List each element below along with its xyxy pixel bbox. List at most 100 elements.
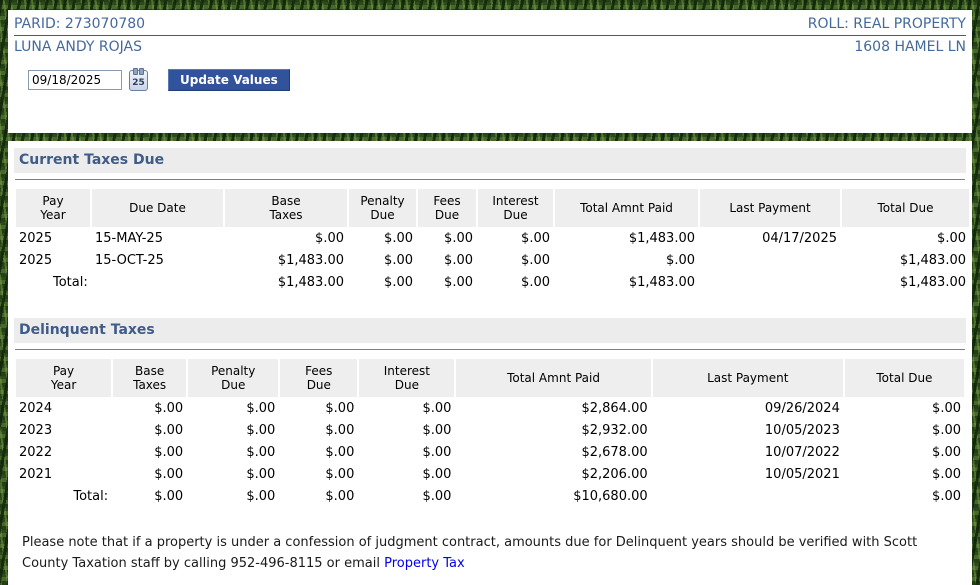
table-cell: $2,678.00: [456, 441, 650, 463]
table-cell: $.00: [113, 419, 186, 441]
table-cell: $.00: [478, 227, 553, 249]
current-taxes-table: Pay YearDue DateBase TaxesPenalty DueFee…: [14, 189, 971, 293]
column-header: Last Payment: [653, 359, 843, 397]
table-cell: $.00: [845, 485, 964, 507]
table-cell: 2025: [16, 227, 90, 249]
table-cell: $.00: [349, 227, 416, 249]
table-cell: $.00: [113, 441, 186, 463]
table-cell: $2,932.00: [456, 419, 650, 441]
column-header: Fees Due: [418, 189, 476, 227]
table-cell: 2025: [16, 249, 90, 271]
delinquent-taxes-header-row: Pay YearBase TaxesPenalty DueFees DueInt…: [16, 359, 964, 397]
table-cell: $.00: [845, 441, 964, 463]
column-header: Total Due: [845, 359, 964, 397]
table-cell: $1,483.00: [842, 249, 969, 271]
section-divider: [15, 179, 965, 180]
table-cell: $.00: [359, 463, 454, 485]
table-cell: $.00: [418, 249, 476, 271]
table-cell: $.00: [188, 441, 278, 463]
table-cell: $.00: [555, 249, 698, 271]
column-header: Fees Due: [280, 359, 357, 397]
table-cell: $.00: [359, 419, 454, 441]
property-tax-link[interactable]: Property Tax: [384, 556, 465, 571]
header-panel: PARID: 273070780 ROLL: REAL PROPERTY LUN…: [8, 10, 972, 133]
table-cell: $1,483.00: [842, 271, 969, 293]
date-input[interactable]: [28, 70, 122, 90]
column-header: Total Due: [842, 189, 969, 227]
calendar-icon[interactable]: 25: [129, 70, 148, 91]
table-cell: $.00: [359, 485, 454, 507]
table-cell: $.00: [188, 397, 278, 419]
table-row: 202515-MAY-25$.00$.00$.00$.00$1,483.0004…: [16, 227, 969, 249]
table-row: 202515-OCT-25$1,483.00$.00$.00$.00$.00$1…: [16, 249, 969, 271]
section-divider: [15, 349, 965, 350]
table-cell: $.00: [280, 485, 357, 507]
table-cell: $.00: [845, 463, 964, 485]
table-row: 2024$.00$.00$.00$.00$2,864.0009/26/2024$…: [16, 397, 964, 419]
date-form: 25 Update Values: [28, 69, 966, 91]
spacer: [14, 507, 966, 532]
table-cell: 15-MAY-25: [92, 227, 223, 249]
table-cell: $.00: [280, 463, 357, 485]
table-cell: $.00: [478, 249, 553, 271]
total-label: Total:: [16, 485, 111, 507]
table-cell: 15-OCT-25: [92, 249, 223, 271]
table-cell: $.00: [280, 441, 357, 463]
table-cell: $1,483.00: [225, 249, 347, 271]
table-cell: $2,206.00: [456, 463, 650, 485]
table-cell: 10/07/2022: [653, 441, 843, 463]
column-header: Base Taxes: [113, 359, 186, 397]
table-cell: 2021: [16, 463, 111, 485]
table-row: 2023$.00$.00$.00$.00$2,932.0010/05/2023$…: [16, 419, 964, 441]
column-header: Total Amnt Paid: [555, 189, 698, 227]
table-cell: $.00: [113, 463, 186, 485]
delinquent-taxes-table: Pay YearBase TaxesPenalty DueFees DueInt…: [14, 359, 966, 507]
column-header: Interest Due: [478, 189, 553, 227]
table-cell: $.00: [359, 441, 454, 463]
column-header: Last Payment: [700, 189, 840, 227]
table-cell: $.00: [188, 463, 278, 485]
table-cell: $.00: [188, 419, 278, 441]
note-text: Please note that if a property is under …: [22, 535, 917, 571]
table-row: 2022$.00$.00$.00$.00$2,678.0010/07/2022$…: [16, 441, 964, 463]
table-cell: $.00: [359, 397, 454, 419]
table-cell: 2022: [16, 441, 111, 463]
table-cell: $.00: [280, 397, 357, 419]
column-header: Base Taxes: [225, 189, 347, 227]
total-row: Total:$.00$.00$.00$.00$10,680.00$.00: [16, 485, 964, 507]
table-cell: $.00: [225, 227, 347, 249]
table-cell: $1,483.00: [555, 227, 698, 249]
table-cell: $.00: [349, 249, 416, 271]
column-header: Total Amnt Paid: [456, 359, 650, 397]
table-cell: 10/05/2021: [653, 463, 843, 485]
column-header: Pay Year: [16, 189, 90, 227]
table-cell: $.00: [188, 485, 278, 507]
owner-name: LUNA ANDY ROJAS: [14, 39, 142, 55]
background-divider: [0, 133, 980, 141]
table-cell: $.00: [842, 227, 969, 249]
table-cell: 2023: [16, 419, 111, 441]
table-cell: $.00: [418, 271, 476, 293]
table-cell: $.00: [478, 271, 553, 293]
current-taxes-section-title: Current Taxes Due: [14, 148, 966, 173]
roll-label: ROLL: REAL PROPERTY: [808, 16, 966, 32]
update-values-button[interactable]: Update Values: [168, 69, 290, 91]
table-cell: $.00: [280, 419, 357, 441]
owner-address-row: LUNA ANDY ROJAS 1608 HAMEL LN: [14, 36, 966, 55]
delinquent-taxes-section-title: Delinquent Taxes: [14, 318, 966, 343]
table-cell: 09/26/2024: [653, 397, 843, 419]
table-cell: $1,483.00: [225, 271, 347, 293]
column-header: Penalty Due: [188, 359, 278, 397]
table-cell: $.00: [418, 227, 476, 249]
table-cell: $.00: [845, 419, 964, 441]
table-cell: $.00: [113, 397, 186, 419]
parid-roll-row: PARID: 273070780 ROLL: REAL PROPERTY: [14, 15, 966, 36]
column-header: Penalty Due: [349, 189, 416, 227]
property-address: 1608 HAMEL LN: [854, 39, 966, 55]
parid-label: PARID: 273070780: [14, 16, 145, 32]
table-cell: $2,864.00: [456, 397, 650, 419]
table-cell: [700, 271, 840, 293]
current-taxes-header-row: Pay YearDue DateBase TaxesPenalty DueFee…: [16, 189, 969, 227]
main-panel: Current Taxes Due Pay YearDue DateBase T…: [8, 141, 972, 585]
column-header: Pay Year: [16, 359, 111, 397]
